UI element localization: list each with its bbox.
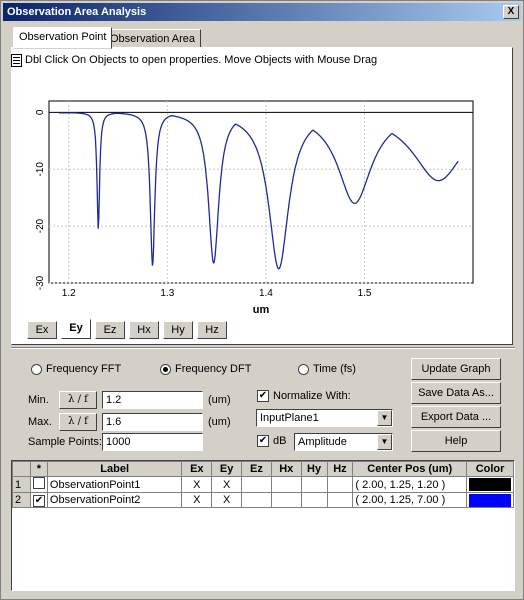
hint-text: Dbl Click On Objects to open properties.… xyxy=(25,54,378,66)
row-number: 1 xyxy=(12,476,31,493)
row-ey[interactable]: X xyxy=(211,476,243,493)
sample-points-label: Sample Points: xyxy=(28,436,102,448)
time-label: Time (fs) xyxy=(313,363,356,375)
freq-dft-label: Frequency DFT xyxy=(175,363,252,375)
field-tab-hz[interactable]: Hz xyxy=(197,321,227,339)
properties-icon xyxy=(11,54,22,67)
x-tick-label: 1.5 xyxy=(358,288,372,299)
table-row[interactable]: 2 ✔ ObservationPoint2 X X ( 2.00, 1.25, … xyxy=(12,492,514,508)
row-ex[interactable]: X xyxy=(181,492,213,508)
row-header-corner xyxy=(12,461,31,477)
tab-observation-point[interactable]: Observation Point xyxy=(13,27,113,49)
row-hx[interactable] xyxy=(270,492,302,508)
update-graph-button[interactable]: Update Graph xyxy=(411,358,501,380)
observation-table: * Label Ex Ey Ez Hx Hy Hz Center Pos (um… xyxy=(11,460,515,591)
row-check-box[interactable]: ✔ xyxy=(32,494,45,507)
db-label: dB xyxy=(273,435,287,447)
min-input[interactable]: 1.2 xyxy=(102,391,203,409)
y-tick-label: 0 xyxy=(35,109,46,115)
sample-points-input[interactable]: 1000 xyxy=(102,433,203,451)
col-check[interactable]: * xyxy=(29,461,48,477)
row-checkbox[interactable] xyxy=(29,476,48,493)
col-hx[interactable]: Hx xyxy=(270,461,302,477)
y-tick-label: -30 xyxy=(35,275,46,290)
db-select[interactable]: Amplitude ▼ xyxy=(294,433,393,451)
y-tick-label: -20 xyxy=(35,218,46,233)
row-color[interactable] xyxy=(466,476,514,493)
time-radio[interactable] xyxy=(298,364,309,375)
row-ez[interactable] xyxy=(241,492,272,508)
max-unit: (um) xyxy=(208,416,231,428)
title-bar: Observation Area Analysis X xyxy=(3,3,521,21)
normalize-value: InputPlane1 xyxy=(260,412,319,424)
separator xyxy=(11,347,515,349)
row-center-pos[interactable]: ( 2.00, 1.25, 7.00 ) xyxy=(352,492,468,508)
spectrum-chart[interactable]: 0 -10 -20 -30 1.2 1.3 1.4 1.5 um xyxy=(21,79,481,319)
row-label[interactable]: ObservationPoint1 xyxy=(46,476,183,493)
row-hx[interactable] xyxy=(270,476,302,493)
field-tab-hx[interactable]: Hx xyxy=(129,321,159,339)
freq-fft-radio[interactable] xyxy=(31,364,42,375)
row-ex[interactable]: X xyxy=(181,476,213,493)
tab-observation-area[interactable]: Observation Area xyxy=(104,29,201,49)
export-data-button[interactable]: Export Data ... xyxy=(411,406,501,428)
x-tick-label: 1.2 xyxy=(62,288,76,299)
col-ez[interactable]: Ez xyxy=(241,461,272,477)
row-label[interactable]: ObservationPoint2 xyxy=(46,492,183,508)
col-hy[interactable]: Hy xyxy=(300,461,328,477)
row-check-box[interactable] xyxy=(32,477,45,489)
min-lambda-button[interactable]: λ / f xyxy=(59,391,97,409)
col-label[interactable]: Label xyxy=(46,461,183,477)
color-swatch[interactable] xyxy=(469,493,511,507)
x-tick-label: 1.4 xyxy=(259,288,273,299)
chevron-down-icon[interactable]: ▼ xyxy=(377,410,392,426)
y-tick-label: -10 xyxy=(35,162,46,177)
max-label: Max. xyxy=(28,416,52,428)
x-axis-label: um xyxy=(253,304,270,316)
plot-area xyxy=(48,100,474,284)
db-checkbox[interactable]: ✔ xyxy=(257,435,269,447)
row-ey[interactable]: X xyxy=(211,492,243,508)
row-hy[interactable] xyxy=(300,492,328,508)
max-lambda-button[interactable]: λ / f xyxy=(59,413,97,431)
min-label: Min. xyxy=(28,394,49,406)
chevron-down-icon[interactable]: ▼ xyxy=(377,434,392,450)
field-tab-ey[interactable]: Ey xyxy=(61,319,91,339)
col-ey[interactable]: Ey xyxy=(211,461,243,477)
table-header: * Label Ex Ey Ez Hx Hy Hz Center Pos (um… xyxy=(12,461,514,477)
row-center-pos[interactable]: ( 2.00, 1.25, 1.20 ) xyxy=(352,476,468,493)
normalize-label: Normalize With: xyxy=(273,390,351,402)
window-title: Observation Area Analysis xyxy=(7,6,147,18)
freq-fft-label: Frequency FFT xyxy=(46,363,122,375)
save-data-button[interactable]: Save Data As... xyxy=(411,382,501,404)
row-number: 2 xyxy=(12,492,31,508)
db-value: Amplitude xyxy=(298,436,347,448)
col-color[interactable]: Color xyxy=(466,461,514,477)
analysis-window: Observation Area Analysis X Observation … xyxy=(0,0,524,600)
col-hz[interactable]: Hz xyxy=(326,461,354,477)
color-swatch[interactable] xyxy=(469,478,511,491)
freq-dft-radio[interactable] xyxy=(160,364,171,375)
max-input[interactable]: 1.6 xyxy=(102,413,203,431)
close-button[interactable]: X xyxy=(503,5,519,19)
row-ez[interactable] xyxy=(241,476,272,493)
field-tab-hy[interactable]: Hy xyxy=(163,321,193,339)
row-hz[interactable] xyxy=(326,476,354,493)
field-tab-ez[interactable]: Ez xyxy=(95,321,125,339)
row-hz[interactable] xyxy=(326,492,354,508)
row-checkbox[interactable]: ✔ xyxy=(29,492,48,508)
min-unit: (um) xyxy=(208,394,231,406)
col-ex[interactable]: Ex xyxy=(181,461,213,477)
row-color[interactable] xyxy=(466,492,514,508)
normalize-checkbox[interactable]: ✔ xyxy=(257,390,269,402)
table-row[interactable]: 1 ObservationPoint1 X X ( 2.00, 1.25, 1.… xyxy=(12,476,514,493)
col-center-pos[interactable]: Center Pos (um) xyxy=(352,461,468,477)
field-tab-ex[interactable]: Ex xyxy=(27,321,57,339)
normalize-select[interactable]: InputPlane1 ▼ xyxy=(256,409,393,427)
row-hy[interactable] xyxy=(300,476,328,493)
help-button[interactable]: Help xyxy=(411,430,501,452)
x-tick-label: 1.3 xyxy=(160,288,174,299)
